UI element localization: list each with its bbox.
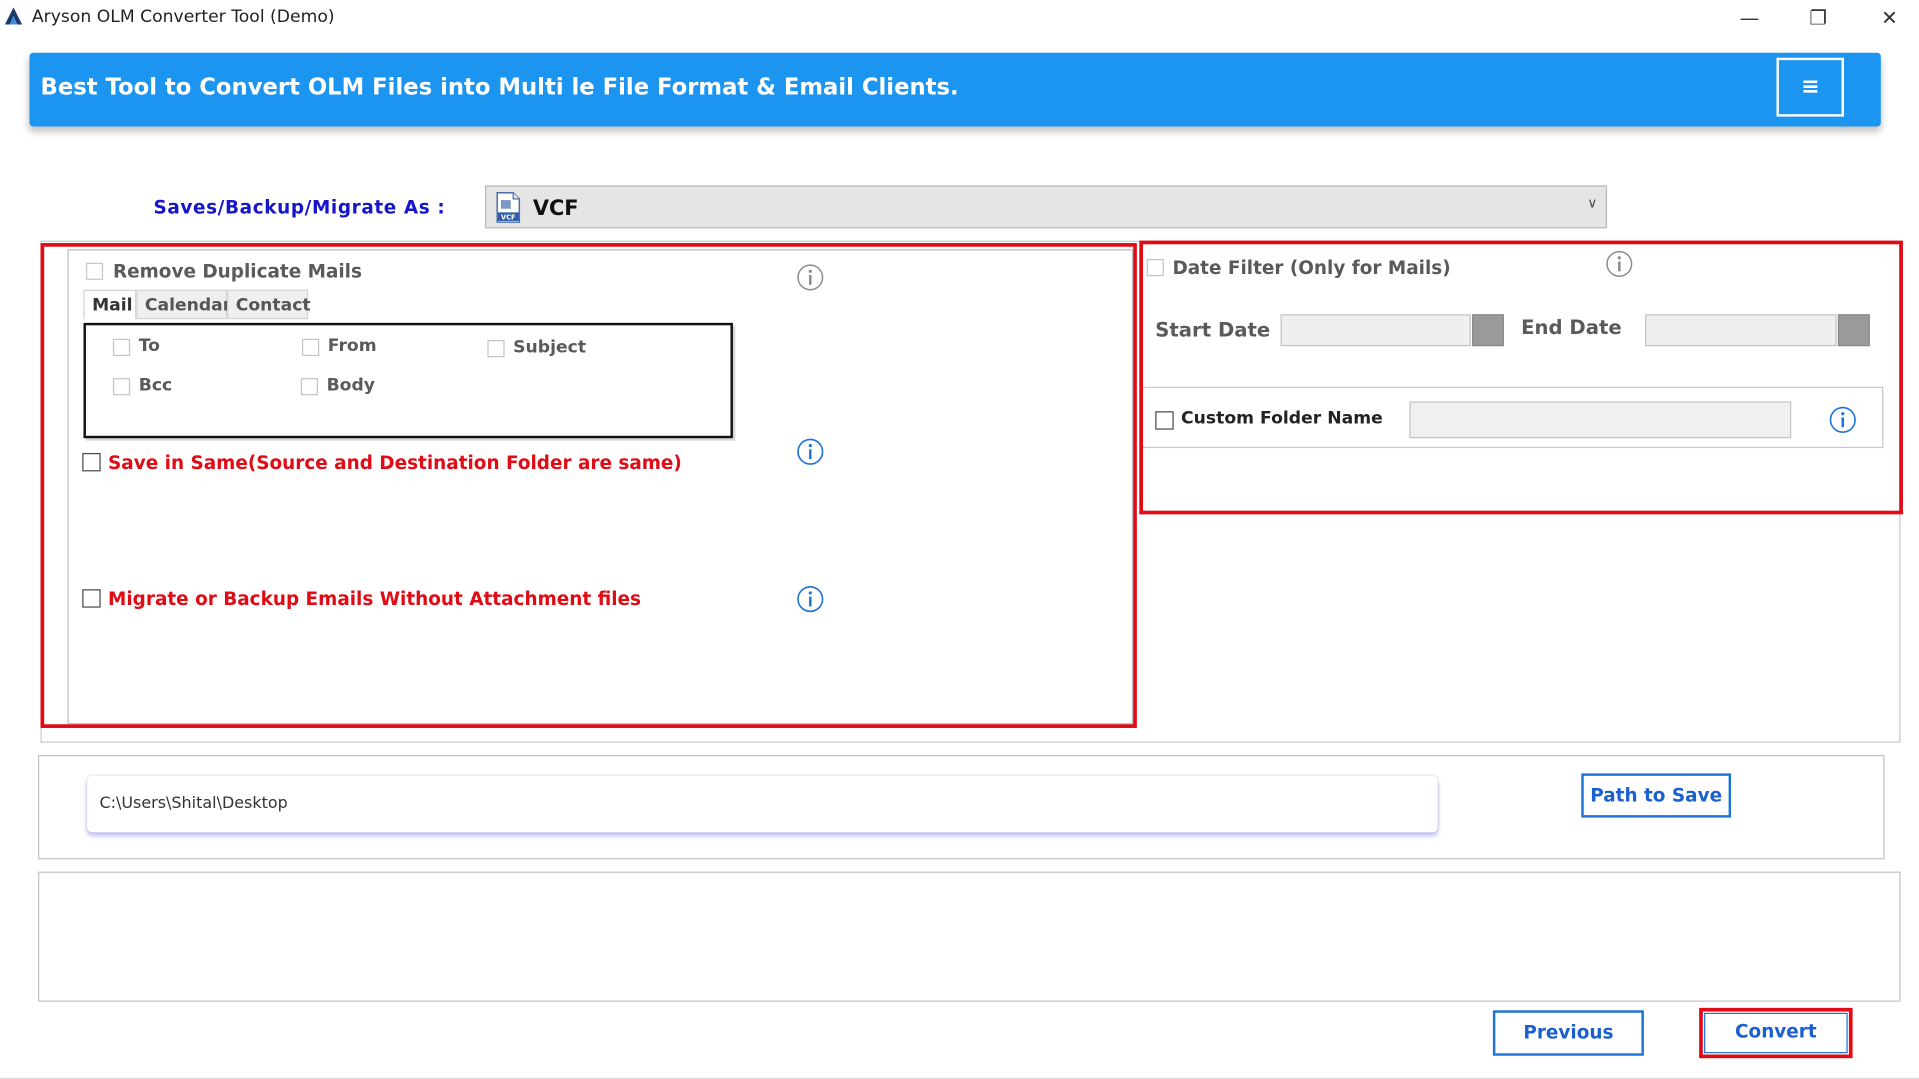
field-from-label: From xyxy=(327,336,377,357)
menu-button[interactable]: ≡ xyxy=(1776,57,1845,117)
tab-mail[interactable]: Mail xyxy=(83,289,137,320)
format-selected-value: VCF xyxy=(532,196,579,221)
info-icon[interactable] xyxy=(797,585,824,613)
date-filter-checkbox[interactable] xyxy=(1146,259,1164,277)
log-panel xyxy=(38,871,1901,1002)
field-body-label: Body xyxy=(326,375,375,396)
without-attachments-label: Migrate or Backup Emails Without Attachm… xyxy=(108,588,641,611)
field-bcc-label: Bcc xyxy=(138,375,173,396)
previous-button[interactable]: Previous xyxy=(1492,1010,1644,1056)
hamburger-menu-icon: ≡ xyxy=(1800,73,1820,100)
info-icon[interactable] xyxy=(1829,406,1856,433)
destination-path-value: C:\Users\Shital\Desktop xyxy=(99,794,288,813)
info-icon[interactable] xyxy=(797,264,824,291)
field-to-checkbox[interactable] xyxy=(112,338,131,357)
calendar-icon[interactable] xyxy=(1472,314,1504,347)
custom-folder-checkbox[interactable] xyxy=(1155,411,1174,430)
svg-text:VCF: VCF xyxy=(501,214,516,222)
title-bar: Aryson OLM Converter Tool (Demo) — ❐ ✕ xyxy=(0,0,1919,37)
minimize-button[interactable]: — xyxy=(1731,5,1768,32)
field-bcc-checkbox[interactable] xyxy=(112,378,131,396)
custom-folder-label: Custom Folder Name xyxy=(1181,408,1383,429)
format-select[interactable]: VCF VCF ∨ xyxy=(484,185,1608,229)
right-options-highlight xyxy=(1139,240,1903,515)
info-icon[interactable] xyxy=(1606,250,1633,277)
remove-duplicates-label: Remove Duplicate Mails xyxy=(112,260,362,283)
path-to-save-button[interactable]: Path to Save xyxy=(1581,773,1732,818)
field-from-checkbox[interactable] xyxy=(302,338,320,357)
save-in-same-label: Save in Same(Source and Destination Fold… xyxy=(108,451,682,474)
restore-button[interactable]: ❐ xyxy=(1800,5,1837,32)
end-date-input[interactable] xyxy=(1645,314,1837,347)
window-title: Aryson OLM Converter Tool (Demo) xyxy=(31,7,335,28)
remove-duplicates-checkbox[interactable] xyxy=(85,262,104,280)
start-date-label: Start Date xyxy=(1155,317,1271,342)
destination-path-field[interactable]: C:\Users\Shital\Desktop xyxy=(87,775,1438,833)
start-date-input[interactable] xyxy=(1280,314,1471,347)
calendar-icon[interactable] xyxy=(1837,314,1870,347)
close-button[interactable]: ✕ xyxy=(1871,5,1908,32)
chevron-down-icon[interactable]: ∨ xyxy=(1587,195,1597,211)
without-attachments-checkbox[interactable] xyxy=(82,589,101,608)
vcf-file-icon: VCF xyxy=(496,191,521,223)
info-icon[interactable] xyxy=(797,438,824,465)
field-to-label: To xyxy=(138,336,160,357)
field-subject-checkbox[interactable] xyxy=(487,340,505,358)
field-body-checkbox[interactable] xyxy=(300,378,318,396)
convert-button[interactable]: Convert xyxy=(1704,1012,1848,1054)
aryson-logo-icon xyxy=(4,7,23,25)
custom-folder-input[interactable] xyxy=(1409,401,1792,439)
date-filter-label: Date Filter (Only for Mails) xyxy=(1172,256,1451,279)
tab-calendar[interactable]: Calendar xyxy=(136,289,231,320)
tab-contact[interactable]: Contact xyxy=(227,289,311,320)
end-date-label: End Date xyxy=(1521,315,1622,339)
field-subject-label: Subject xyxy=(513,337,587,358)
save-in-same-checkbox[interactable] xyxy=(82,452,101,472)
header-banner: Best Tool to Convert OLM Files into Mult… xyxy=(29,52,1881,127)
duplicate-fields-box xyxy=(83,322,733,439)
banner-title: Best Tool to Convert OLM Files into Mult… xyxy=(40,74,959,101)
save-as-label: Saves/Backup/Migrate As : xyxy=(153,196,446,219)
